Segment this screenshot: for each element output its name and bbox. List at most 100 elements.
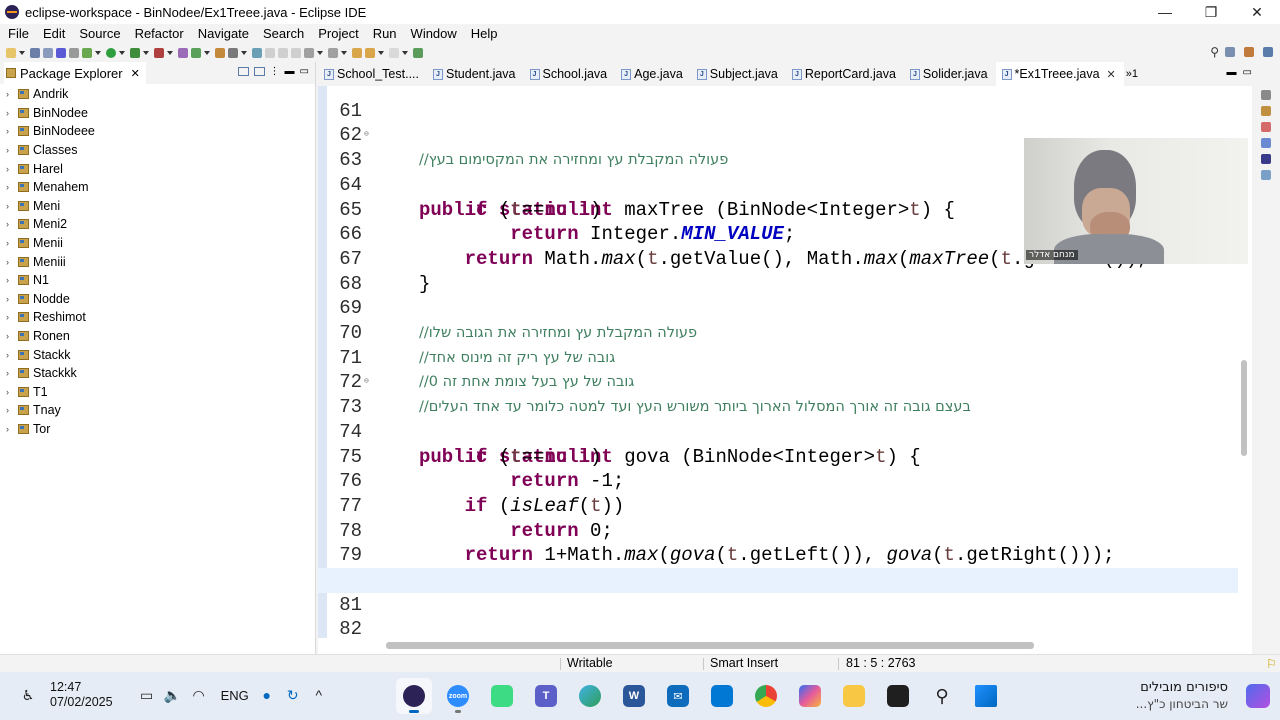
fold-icon[interactable]: ⊖: [364, 123, 369, 148]
chevron-right-icon[interactable]: ›: [0, 164, 14, 174]
search-dropdown-icon[interactable]: [241, 50, 247, 55]
tree-item[interactable]: › Tor: [0, 420, 315, 439]
chevron-right-icon[interactable]: ›: [0, 312, 14, 322]
coverage-dropdown-icon[interactable]: [143, 50, 149, 55]
debug-icon[interactable]: [82, 47, 92, 58]
open-type-icon[interactable]: [215, 47, 225, 58]
tree-item[interactable]: › Ronen: [0, 327, 315, 346]
prev-annotation-dropdown-icon[interactable]: [341, 50, 347, 55]
run-icon[interactable]: [106, 47, 116, 58]
code-line[interactable]: 69 פעולה המקבלת עץ ומחזירה את הגובה שלו/…: [318, 272, 1238, 341]
tree-item[interactable]: › Meni: [0, 197, 315, 216]
accessibility-icon[interactable]: ♿: [20, 687, 36, 703]
taskbar-app-mail[interactable]: ✉: [660, 678, 696, 714]
maximize-editor-icon[interactable]: ▭: [1243, 67, 1252, 78]
menu-navigate[interactable]: Navigate: [191, 26, 256, 41]
code-line[interactable]: 62 פעולה המקבלת עץ ומחזירה את המקסימום ב…: [318, 99, 1238, 168]
code-line[interactable]: 70 גובה של עץ ריק זה מינוס אחד//: [318, 296, 1238, 366]
code-line[interactable]: 83: [318, 617, 1238, 638]
wifi-icon[interactable]: ◠: [191, 687, 207, 703]
taskbar-start[interactable]: [968, 678, 1004, 714]
next-annotation-icon[interactable]: [304, 47, 314, 58]
chevron-right-icon[interactable]: ›: [0, 201, 14, 211]
problems-icon[interactable]: [1261, 122, 1271, 132]
menu-run[interactable]: Run: [366, 26, 404, 41]
menu-source[interactable]: Source: [72, 26, 127, 41]
external-tools-icon[interactable]: [154, 47, 164, 58]
taskbar-app-store[interactable]: [704, 678, 740, 714]
minimize-view-icon[interactable]: ▬: [285, 66, 295, 77]
fold-icon[interactable]: ⊖: [364, 370, 369, 395]
tree-item[interactable]: › Classes: [0, 141, 315, 160]
search-icon[interactable]: ⚲: [1210, 45, 1219, 59]
chevron-right-icon[interactable]: ›: [0, 257, 14, 267]
close-tab-icon[interactable]: ✕: [1107, 68, 1116, 81]
tree-item[interactable]: › Andrik: [0, 85, 315, 104]
show-whitespace-icon[interactable]: [291, 47, 301, 58]
perspective-icon[interactable]: [1225, 47, 1235, 57]
menu-file[interactable]: File: [0, 26, 36, 41]
lightbulb-icon[interactable]: ⚐: [1266, 656, 1277, 671]
maximize-view-icon[interactable]: ▭: [300, 66, 309, 77]
chevron-right-icon[interactable]: ›: [0, 424, 14, 434]
save-all-icon[interactable]: [43, 47, 53, 58]
new-icon[interactable]: [6, 47, 16, 58]
taskbar-app-terminal[interactable]: [880, 678, 916, 714]
code-line[interactable]: 79 }: [318, 519, 1238, 591]
back-icon[interactable]: [365, 47, 375, 58]
news-widget[interactable]: סיפורים מובילים שר הביטחון כ"ץ...: [1136, 680, 1228, 712]
restore-icon[interactable]: [1261, 90, 1271, 100]
menu-window[interactable]: Window: [404, 26, 464, 41]
taskbar-app-android[interactable]: [484, 678, 520, 714]
code-line[interactable]: 71 גובה של עץ בעל צומת אחת זה 0//: [318, 321, 1238, 391]
debug-perspective-icon[interactable]: [1263, 47, 1273, 57]
coverage-icon[interactable]: [130, 47, 140, 58]
tab-school-test[interactable]: J School_Test....: [318, 62, 427, 86]
close-icon[interactable]: ✕: [131, 67, 140, 80]
microphone-icon[interactable]: ●: [259, 687, 275, 703]
language-indicator[interactable]: ENG: [221, 688, 249, 703]
chevron-right-icon[interactable]: ›: [0, 331, 14, 341]
tab-reportcard[interactable]: J ReportCard.java: [786, 62, 904, 86]
collapse-all-icon[interactable]: [237, 67, 249, 76]
back-dropdown-icon[interactable]: [378, 50, 384, 55]
tree-item[interactable]: › BinNodeee: [0, 122, 315, 141]
chevron-right-icon[interactable]: ›: [0, 368, 14, 378]
close-button[interactable]: ✕: [1234, 0, 1280, 24]
taskbar-app-explorer[interactable]: [836, 678, 872, 714]
menu-project[interactable]: Project: [311, 26, 365, 41]
chevron-right-icon[interactable]: ›: [0, 350, 14, 360]
tree-item[interactable]: › Tnay: [0, 401, 315, 420]
tab-school[interactable]: J School.java: [524, 62, 616, 86]
tree-item[interactable]: › Menii: [0, 234, 315, 253]
tab-solider[interactable]: J Solider.java: [904, 62, 996, 86]
chevron-right-icon[interactable]: ›: [0, 219, 14, 229]
taskbar-app-chrome[interactable]: [748, 678, 784, 714]
chevron-right-icon[interactable]: ›: [0, 145, 14, 155]
menu-search[interactable]: Search: [256, 26, 311, 41]
tree-item[interactable]: › Menahem: [0, 178, 315, 197]
menu-edit[interactable]: Edit: [36, 26, 72, 41]
taskbar-app-copilot[interactable]: [792, 678, 828, 714]
tree-item[interactable]: › Harel: [0, 159, 315, 178]
block-select-icon[interactable]: [265, 47, 275, 58]
battery-icon[interactable]: ▭: [139, 687, 155, 703]
tab-age[interactable]: J Age.java: [615, 62, 691, 86]
taskbar-app-word[interactable]: W: [616, 678, 652, 714]
chevron-right-icon[interactable]: ›: [0, 275, 14, 285]
chevron-right-icon[interactable]: ›: [0, 108, 14, 118]
horizontal-scrollbar[interactable]: [318, 638, 1238, 654]
tree-item[interactable]: › Nodde: [0, 290, 315, 309]
code-line[interactable]: 73 ⊖ public static int gova (BinNode<Int…: [318, 370, 1238, 467]
search-tool-icon[interactable]: [228, 47, 238, 58]
sync-icon[interactable]: ↻: [285, 687, 301, 703]
java-perspective-icon[interactable]: [1244, 47, 1254, 57]
scroll-thumb[interactable]: [1241, 360, 1247, 456]
scroll-thumb[interactable]: [386, 642, 1034, 649]
tree-item[interactable]: › Reshimot: [0, 308, 315, 327]
tree-item[interactable]: › BinNodee: [0, 104, 315, 123]
prev-annotation-icon[interactable]: [328, 47, 338, 58]
tab-ex1treee[interactable]: J *Ex1Treee.java ✕: [995, 62, 1124, 86]
forward-icon[interactable]: [389, 47, 399, 58]
terminal-icon[interactable]: [56, 47, 66, 58]
